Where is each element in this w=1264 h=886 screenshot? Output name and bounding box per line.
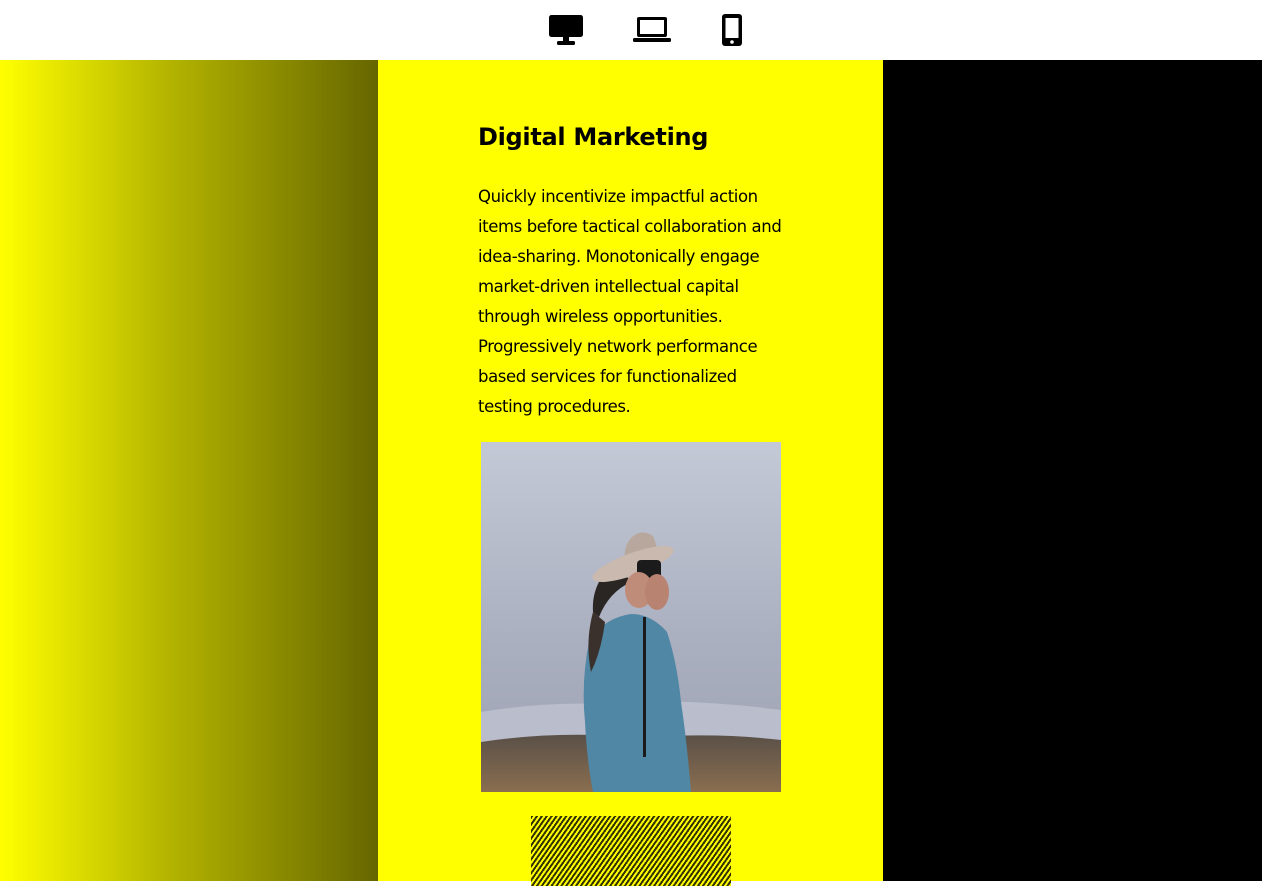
article-body: Quickly incentivize impactful action ite…	[478, 187, 782, 416]
woman-with-hat-photo	[481, 442, 781, 792]
right-black-panel	[883, 60, 1262, 881]
laptop-icon	[633, 17, 671, 42]
desktop-icon	[549, 15, 583, 45]
preview-stage: Digital Marketing Quickly incentivize im…	[0, 60, 1264, 886]
article: Digital Marketing Quickly incentivize im…	[478, 120, 788, 422]
article-title: Digital Marketing	[478, 123, 709, 151]
content-panel: Digital Marketing Quickly incentivize im…	[378, 60, 883, 886]
mobile-phone-icon	[722, 14, 742, 46]
laptop-view-button[interactable]	[632, 12, 672, 48]
article-photo	[481, 442, 781, 792]
mobile-view-button[interactable]	[719, 12, 745, 48]
left-gradient-panel	[0, 60, 378, 881]
striped-placeholder-block	[531, 816, 731, 886]
desktop-view-button[interactable]	[547, 12, 585, 48]
device-toolbar	[0, 0, 1264, 60]
